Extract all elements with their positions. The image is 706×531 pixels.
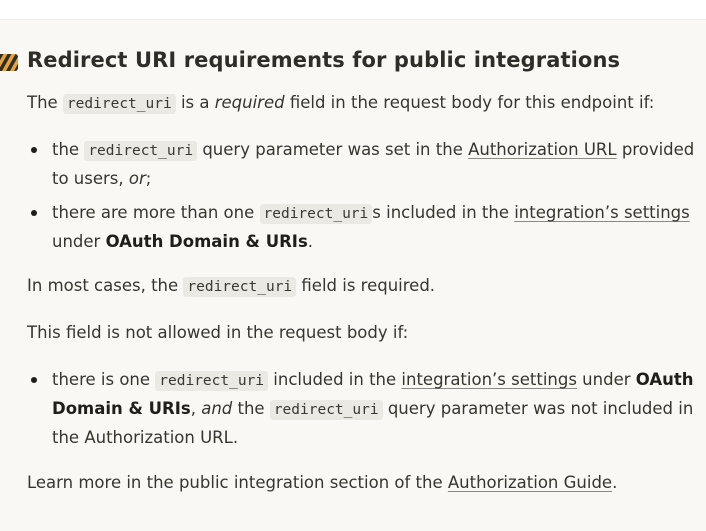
inline-code: redirect_uri — [269, 400, 383, 420]
inline-code: redirect_uri — [259, 204, 373, 224]
authorization-guide-link[interactable]: Authorization Guide — [448, 473, 612, 492]
not-allowed-conditions-list: there is one redirect_uri included in th… — [27, 366, 694, 452]
learn-more-paragraph: Learn more in the public integration sec… — [27, 473, 618, 492]
inline-code: redirect_uri — [183, 277, 297, 297]
inline-code: redirect_uri — [62, 94, 176, 114]
inline-code: redirect_uri — [155, 371, 269, 391]
integration-settings-link[interactable]: integration’s settings — [401, 370, 577, 389]
intro-paragraph: The redirect_uri is a required field in … — [27, 93, 655, 114]
integration-settings-link[interactable]: integration’s settings — [514, 203, 690, 222]
list-item: there are more than one redirect_uri s in… — [27, 199, 694, 256]
most-cases-paragraph: In most cases, the redirect_uri field is… — [27, 276, 436, 297]
top-bar — [0, 0, 706, 19]
authorization-url-link[interactable]: Authorization URL — [468, 140, 617, 159]
callout-heading: Redirect URI requirements for public int… — [27, 48, 621, 72]
list-item: there is one redirect_uri included in th… — [27, 366, 694, 452]
list-item: the redirect_uri query parameter was set… — [27, 136, 694, 193]
warning-callout: Redirect URI requirements for public int… — [0, 19, 706, 531]
not-allowed-paragraph: This field is not allowed in the request… — [27, 323, 409, 342]
warning-stripe-icon — [0, 54, 18, 71]
required-conditions-list: the redirect_uri query parameter was set… — [27, 136, 694, 256]
inline-code: redirect_uri — [84, 141, 198, 161]
